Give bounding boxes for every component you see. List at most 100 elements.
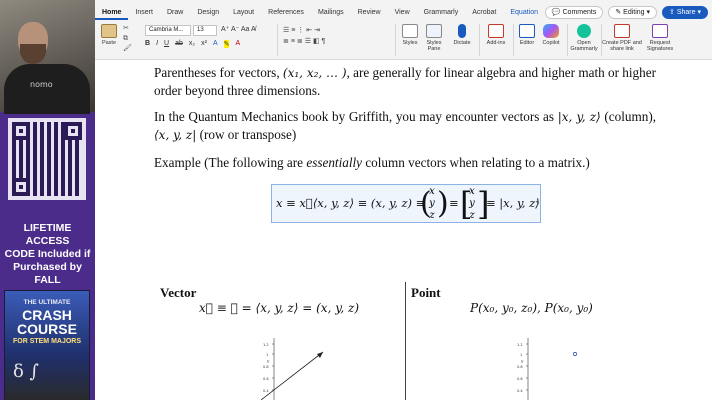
p2-ket: |x, y, z⟩	[557, 110, 601, 124]
qr-corner	[64, 122, 82, 140]
tab-references[interactable]: References	[261, 6, 311, 20]
format-painter-icon[interactable]: 🖌	[123, 44, 137, 54]
shading-icon[interactable]: ◧	[313, 38, 320, 45]
highlight-icon[interactable]: ✎	[223, 40, 230, 48]
paste-button[interactable]: Paste	[101, 24, 117, 46]
pilcrow-icon[interactable]: ¶	[322, 38, 326, 45]
multilevel-icon[interactable]: ⋮	[297, 27, 304, 34]
request-signatures-label: Request Signatures	[646, 40, 674, 52]
request-signatures-button[interactable]: Request Signatures	[643, 24, 677, 52]
equation-tail: ≡ |x, y, z⟩	[486, 196, 540, 210]
tab-insert[interactable]: Insert	[128, 6, 160, 20]
word-ribbon: Home Insert Draw Design Layout Reference…	[95, 0, 712, 60]
ribbon-separator	[567, 24, 568, 56]
bullets-icon[interactable]: ☰	[283, 27, 289, 34]
share-button[interactable]: ⇪ Share ▾	[662, 6, 708, 19]
align-center-icon[interactable]: ≡	[291, 38, 295, 45]
shrink-font-icon[interactable]: A⁻	[231, 26, 239, 33]
subscript-icon[interactable]: x₂	[189, 40, 195, 48]
ribbon-separator	[479, 24, 480, 56]
format-row: B I U ab x₂ x² A ✎ A	[145, 40, 240, 48]
tab-layout[interactable]: Layout	[226, 6, 261, 20]
copilot-label: Copilot	[542, 40, 560, 46]
ribbon-tabs: Home Insert Draw Design Layout Reference…	[95, 6, 545, 20]
indent-icon[interactable]: ⇥	[314, 27, 320, 34]
add-ins-label: Add-ins	[486, 40, 506, 46]
paragraph-tools: ☰ ≡ ⋮ ⇤ ⇥ ≣ ≡ ≣ ☰ ◧ ¶	[283, 25, 383, 47]
editor-button[interactable]: Editor	[517, 24, 537, 46]
copy-icon[interactable]: ⧉	[123, 34, 137, 44]
dictate-button[interactable]: Dictate	[451, 24, 473, 46]
presenter-body	[4, 64, 90, 114]
tick-label: 1.2	[263, 343, 269, 347]
clear-format-icon[interactable]: A̸	[251, 26, 256, 33]
equation-editor[interactable]: x ≡ x⃗⟨x, y, z⟩ ≡ (x, y, z) ≡ ( x y z ) …	[271, 184, 541, 223]
paragraph-parentheses[interactable]: Parentheses for vectors, (x₁, x₂, … ), a…	[154, 64, 656, 99]
book-subtitle: FOR STEM MAJORS	[12, 338, 82, 345]
tab-grammarly[interactable]: Grammarly	[417, 6, 466, 20]
justify-icon[interactable]: ☰	[305, 38, 311, 45]
italic-icon[interactable]: I	[156, 40, 158, 48]
p2-text-c: (row or transpose)	[196, 127, 297, 142]
p3-emphasis: essentially	[306, 155, 363, 170]
promo-line: Purchased by FALL	[13, 261, 82, 286]
qr-code[interactable]	[8, 118, 86, 200]
text-effects-icon[interactable]: A	[213, 40, 218, 48]
align-right-icon[interactable]: ≣	[297, 38, 303, 45]
paste-label: Paste	[101, 40, 117, 46]
tick-label: 0.8	[263, 365, 269, 369]
equiv-sign: ≡	[449, 196, 459, 210]
open-grammarly-label: Open Grammarly	[570, 40, 598, 52]
book-symbols: δ ∫	[13, 361, 39, 382]
align-left-icon[interactable]: ≣	[283, 38, 289, 45]
p1-text-a: Parentheses for vectors,	[154, 65, 283, 80]
comments-button[interactable]: 💬 Comments	[544, 6, 604, 19]
tick-label: 0.6	[263, 377, 269, 381]
axis-label: y	[266, 358, 270, 363]
ribbon-actions: 💬 Comments ✎ Editing ▾ ⇪ Share ▾	[544, 6, 708, 19]
outdent-icon[interactable]: ⇤	[306, 27, 312, 34]
numbering-icon[interactable]: ≡	[291, 27, 295, 34]
vector-plot: 1.2 1 0.8 0.6 0.4 y	[261, 338, 324, 400]
copilot-button[interactable]: Copilot	[539, 24, 563, 46]
tab-equation[interactable]: Equation	[503, 6, 545, 20]
bold-icon[interactable]: B	[145, 40, 150, 48]
underline-icon[interactable]: U	[164, 40, 169, 48]
clipboard-icon	[101, 24, 117, 38]
equation-options-icon[interactable]: ▾	[536, 199, 539, 206]
create-pdf-button[interactable]: Create PDF and share link	[602, 24, 642, 52]
grow-font-icon[interactable]: A⁺	[221, 26, 229, 33]
editor-icon	[519, 24, 535, 38]
strikethrough-icon[interactable]: ab	[175, 40, 183, 48]
tab-acrobat[interactable]: Acrobat	[465, 6, 503, 20]
promo-line: LIFETIME ACCESS	[23, 222, 72, 247]
equation-lead: x ≡ x⃗⟨x, y, z⟩ ≡ (x, y, z) ≡	[276, 196, 426, 210]
tick-label: 1	[266, 353, 268, 357]
copilot-icon	[543, 24, 559, 38]
tab-mailings[interactable]: Mailings	[311, 6, 351, 20]
styles-pane-button[interactable]: Styles Pane	[423, 24, 445, 52]
tab-review[interactable]: Review	[351, 6, 388, 20]
tab-draw[interactable]: Draw	[160, 6, 190, 20]
p2-text-a: In the Quantum Mechanics book by Griffit…	[154, 109, 558, 124]
styles-button[interactable]: Styles	[399, 24, 421, 46]
change-case-icon[interactable]: Aa	[241, 26, 250, 33]
add-ins-icon	[488, 24, 504, 38]
pdf-icon	[614, 24, 630, 38]
cut-icon[interactable]: ✂	[123, 24, 137, 34]
tab-view[interactable]: View	[388, 6, 417, 20]
superscript-icon[interactable]: x²	[201, 40, 207, 48]
tab-home[interactable]: Home	[95, 6, 129, 20]
open-grammarly-button[interactable]: Open Grammarly	[569, 24, 599, 52]
paragraph-example[interactable]: Example (The following are essentially c…	[154, 154, 590, 171]
document-page[interactable]: Parentheses for vectors, (x₁, x₂, … ), a…	[95, 60, 712, 400]
book-cover[interactable]: THE ULTIMATE CRASH COURSE FOR STEM MAJOR…	[4, 290, 90, 400]
font-size-select[interactable]: 13	[193, 25, 217, 36]
tab-design[interactable]: Design	[190, 6, 226, 20]
add-ins-button[interactable]: Add-ins	[483, 24, 509, 46]
editing-dropdown[interactable]: ✎ Editing ▾	[608, 6, 658, 19]
paragraph-griffith[interactable]: In the Quantum Mechanics book by Griffit…	[154, 108, 656, 144]
font-color-icon[interactable]: A	[235, 40, 240, 48]
vector-heading: Vector	[160, 285, 197, 300]
font-name-select[interactable]: Cambria M...	[145, 25, 191, 36]
